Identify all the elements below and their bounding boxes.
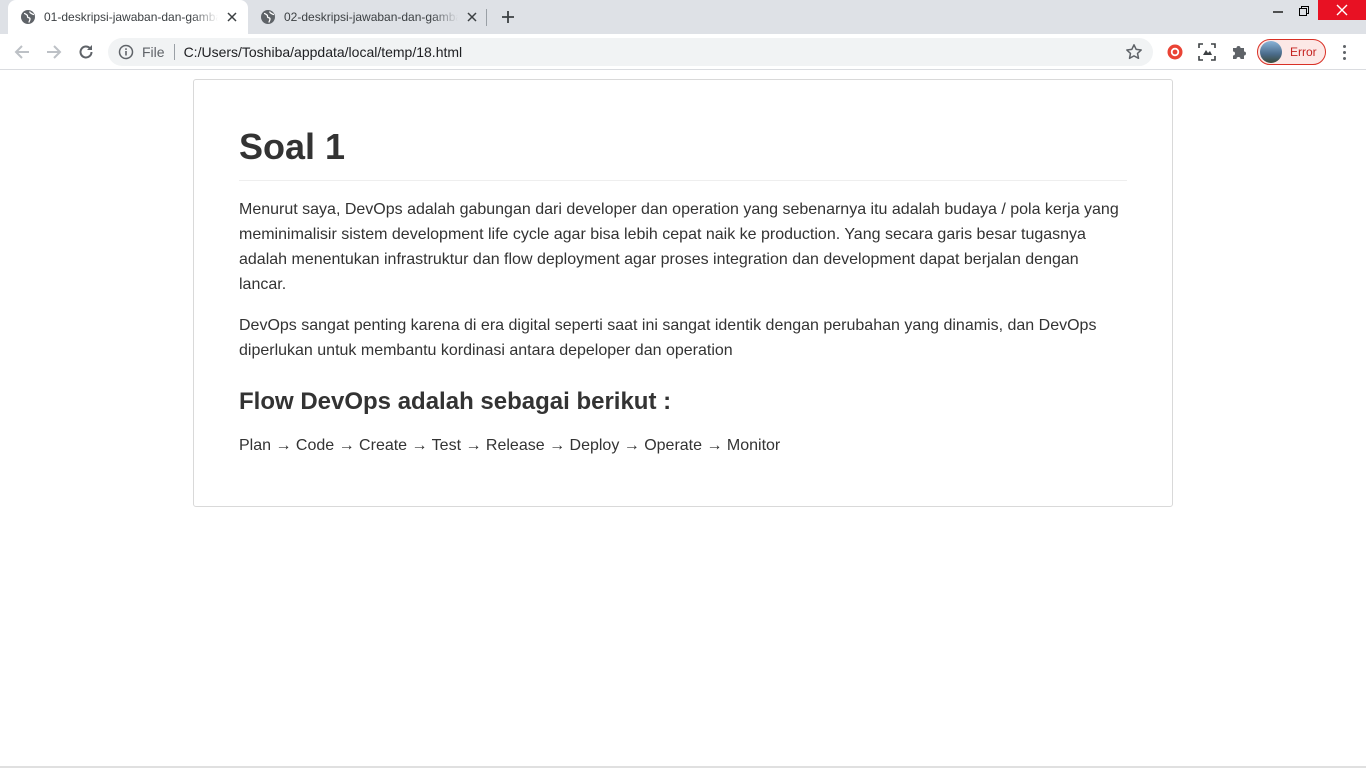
tab-inactive[interactable]: 02-deskripsi-jawaban-dan-gambar bbox=[248, 0, 488, 34]
section-heading: Flow DevOps adalah sebagai berikut : bbox=[239, 388, 672, 415]
window-close-icon[interactable] bbox=[1318, 0, 1366, 20]
tab-title: 02-deskripsi-jawaban-dan-gambar bbox=[284, 10, 458, 24]
back-arrow-icon[interactable] bbox=[10, 40, 34, 64]
paragraph-definition: Menurut saya, DevOps adalah gabungan dar… bbox=[239, 201, 1119, 293]
screenshot-extension-icon[interactable] bbox=[1198, 43, 1216, 61]
bookmark-star-icon[interactable] bbox=[1125, 43, 1143, 61]
puzzle-extensions-icon[interactable] bbox=[1230, 43, 1248, 61]
extension-record-icon[interactable] bbox=[1166, 43, 1184, 61]
globe-icon bbox=[261, 10, 275, 24]
minimize-icon[interactable] bbox=[1265, 0, 1291, 22]
content-card: Soal 1 Menurut saya, DevOps adalah gabun… bbox=[193, 79, 1173, 507]
page-title: Soal 1 bbox=[239, 124, 1127, 181]
reload-icon[interactable] bbox=[74, 40, 98, 64]
url-scheme: File bbox=[142, 44, 165, 60]
devops-flow: Plan → Code → Create → Test → Release → … bbox=[239, 437, 781, 454]
profile-error-button[interactable]: Error bbox=[1257, 39, 1326, 65]
tab-separator bbox=[486, 9, 487, 26]
globe-icon bbox=[21, 10, 35, 24]
profile-status-label: Error bbox=[1290, 45, 1317, 59]
restore-icon[interactable] bbox=[1291, 0, 1317, 22]
tab-active[interactable]: 01-deskripsi-jawaban-dan-gambar bbox=[8, 0, 248, 34]
kebab-menu-icon[interactable] bbox=[1336, 42, 1352, 62]
info-icon[interactable] bbox=[118, 44, 134, 60]
browser-toolbar: File C:/Users/Toshiba/appdata/local/temp… bbox=[0, 34, 1366, 70]
tab-strip: 01-deskripsi-jawaban-dan-gambar 02-deskr… bbox=[0, 0, 1366, 34]
close-icon[interactable] bbox=[464, 9, 480, 25]
omnibox-divider bbox=[173, 44, 175, 60]
address-bar[interactable]: File C:/Users/Toshiba/appdata/local/temp… bbox=[108, 38, 1153, 66]
close-icon[interactable] bbox=[224, 9, 240, 25]
forward-arrow-icon[interactable] bbox=[42, 40, 66, 64]
tab-title: 01-deskripsi-jawaban-dan-gambar bbox=[44, 10, 218, 24]
avatar bbox=[1260, 41, 1282, 63]
plus-icon[interactable] bbox=[498, 7, 518, 27]
url-text[interactable]: C:/Users/Toshiba/appdata/local/temp/18.h… bbox=[184, 44, 1125, 60]
paragraph-importance: DevOps sangat penting karena di era digi… bbox=[239, 317, 1097, 359]
